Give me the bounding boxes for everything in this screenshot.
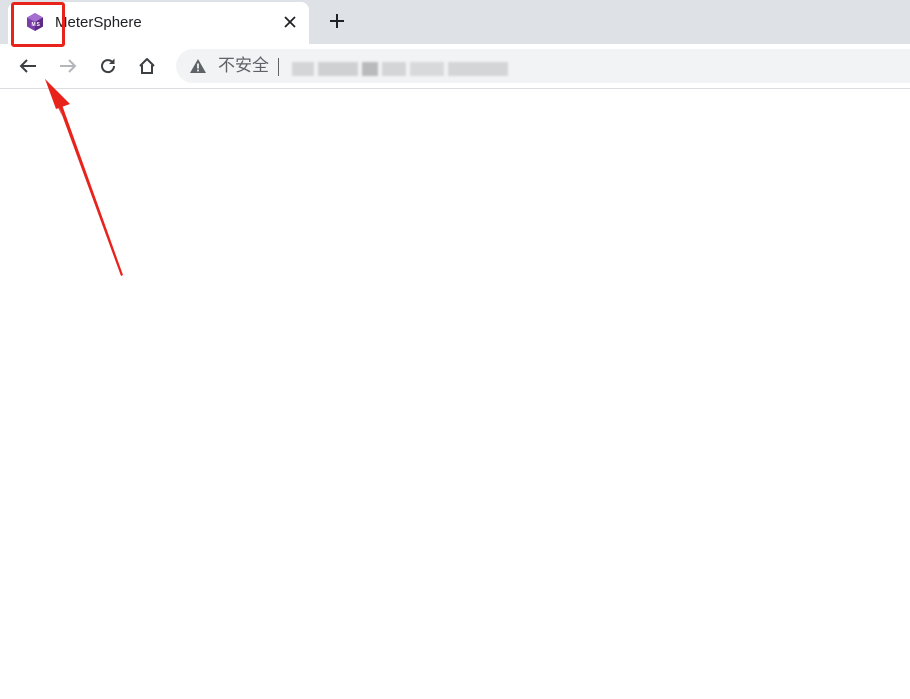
close-icon <box>284 16 296 28</box>
reload-icon <box>101 58 116 74</box>
annotation-highlight-box <box>11 2 65 47</box>
security-status-label[interactable]: 不安全 <box>218 56 269 76</box>
warning-icon[interactable] <box>189 58 207 74</box>
close-tab-button[interactable] <box>280 12 300 32</box>
reload-button[interactable] <box>94 52 122 80</box>
plus-icon <box>330 14 344 28</box>
browser-toolbar: 不安全 <box>0 44 910 89</box>
tab-strip: M S MeterSphere <box>0 0 910 44</box>
new-tab-button[interactable] <box>325 9 349 33</box>
forward-button[interactable] <box>54 52 82 80</box>
url-text[interactable] <box>284 56 514 80</box>
home-button[interactable] <box>133 52 161 80</box>
page-content <box>0 89 910 699</box>
tab-title: MeterSphere <box>55 14 142 31</box>
back-button[interactable] <box>14 52 42 80</box>
address-bar[interactable]: 不安全 <box>176 49 910 83</box>
arrow-right-icon <box>60 59 77 73</box>
url-divider <box>278 58 279 76</box>
home-icon <box>139 58 155 74</box>
arrow-left-icon <box>19 59 36 73</box>
